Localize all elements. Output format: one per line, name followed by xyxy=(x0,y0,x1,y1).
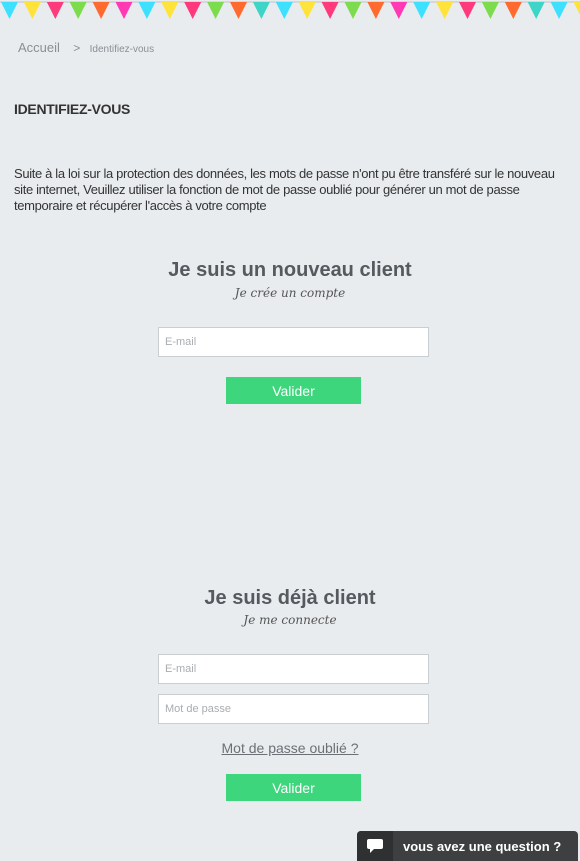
breadcrumb-home-link[interactable]: Accueil xyxy=(18,40,60,55)
bunting-flag xyxy=(252,2,270,19)
bunting-flag xyxy=(161,2,179,19)
bunting-flag xyxy=(138,2,156,19)
bunting-flag xyxy=(207,2,225,19)
chat-bubble-icon xyxy=(357,831,393,861)
bunting-flag xyxy=(504,2,522,19)
create-account-button[interactable]: Valider xyxy=(226,377,361,404)
breadcrumb-current: Identifiez-vous xyxy=(89,44,155,55)
bunting-flag xyxy=(550,2,568,19)
bunting-flag xyxy=(573,2,580,15)
new-client-email-field[interactable] xyxy=(158,327,429,357)
bunting-flag xyxy=(481,2,499,19)
login-password-field[interactable] xyxy=(158,694,429,724)
existing-client-subtitle: Je me connecte xyxy=(243,613,337,627)
bunting-flag xyxy=(459,2,476,19)
bunting-flag xyxy=(436,2,454,19)
login-button[interactable]: Valider xyxy=(226,774,361,801)
bunting-flag xyxy=(321,2,339,19)
new-client-subtitle: Je crée un compte xyxy=(234,286,346,300)
bunting-flag xyxy=(390,2,408,19)
login-email-field[interactable] xyxy=(158,654,429,684)
password-notice: Suite à la loi sur la protection des don… xyxy=(14,166,555,213)
bunting-flag xyxy=(344,2,362,19)
bunting-flag xyxy=(527,2,545,19)
new-client-title: Je suis un nouveau client xyxy=(168,259,412,281)
existing-client-title: Je suis déjà client xyxy=(204,587,376,609)
bunting-flag xyxy=(367,2,385,19)
bunting-flag xyxy=(184,2,202,19)
chat-widget[interactable]: vous avez une question ? xyxy=(357,831,578,861)
page-title: IDENTIFIEZ-VOUS xyxy=(14,101,131,117)
bunting-flag xyxy=(69,2,87,19)
bunting-banner xyxy=(0,1,580,19)
bunting-flag xyxy=(298,2,316,19)
bunting-flag xyxy=(1,2,18,19)
bunting-flag xyxy=(92,2,110,19)
breadcrumb: Accueil > Identifiez-vous xyxy=(18,40,154,55)
chat-label: vous avez une question ? xyxy=(403,838,562,854)
bunting-flag xyxy=(46,2,64,19)
bunting-flag xyxy=(115,2,133,19)
bunting-flag xyxy=(275,2,293,19)
breadcrumb-separator: > xyxy=(73,41,81,55)
bunting-flag xyxy=(230,2,247,19)
forgot-password-link[interactable]: Mot de passe oublié ? xyxy=(0,740,580,756)
bunting-flag xyxy=(23,2,41,19)
bunting-flag xyxy=(413,2,431,19)
